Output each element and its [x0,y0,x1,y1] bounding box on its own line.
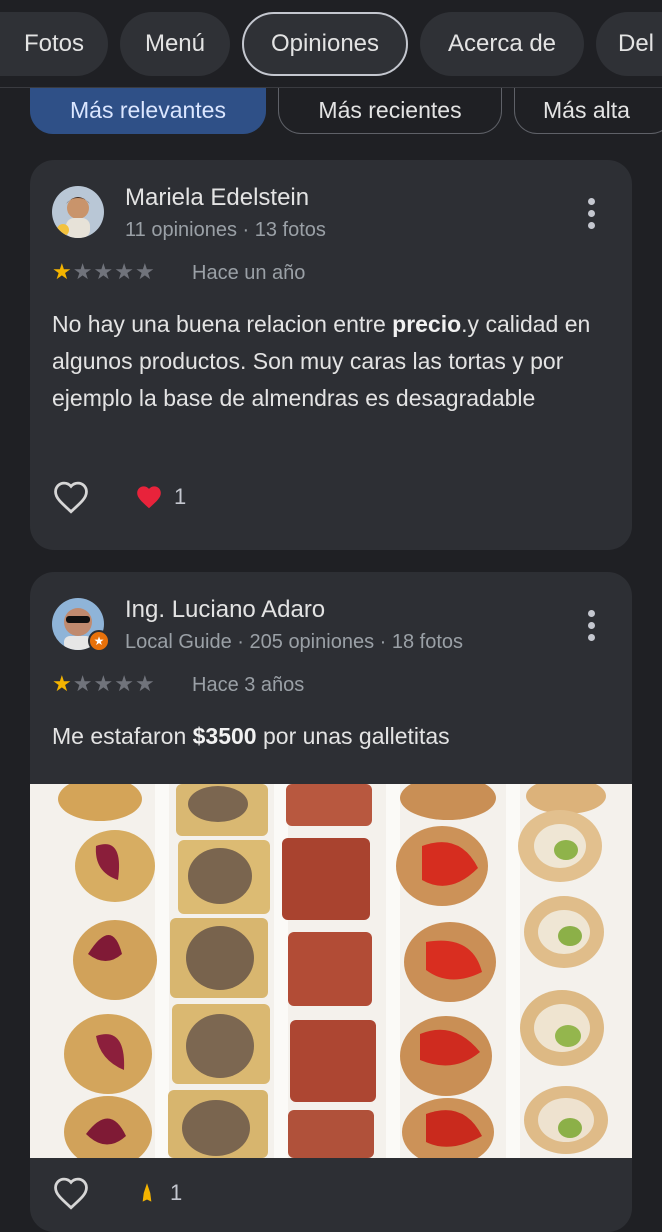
avatar[interactable] [52,186,104,238]
reviewer-meta: 11 opiniones · 13 fotos [125,219,326,241]
star-rating: ★ ★ ★ ★ ★ [52,259,155,285]
sort-mas-alta[interactable]: Más alta [514,88,662,134]
star-icon: ★ [93,259,114,284]
star-icon: ★ [52,671,72,696]
tab-label: Fotos [23,29,85,57]
tab-label: Del [618,29,655,57]
review-date: Hace 3 años [192,674,305,696]
review-actions: 1 [52,1176,182,1210]
tab-fotos[interactable]: Fotos [0,11,108,76]
review-card: ★ Ing. Luciano Adaro Local Guide · 205 o… [30,572,632,1232]
more-options-icon[interactable] [588,198,598,229]
star-icon: ★ [134,671,155,696]
heart-outline-icon[interactable] [52,1176,90,1210]
sort-chips: Más relevantes Más recientes Más alta [30,88,662,134]
tab-opiniones[interactable]: Opiniones [242,11,408,76]
review-date: Hace un año [192,262,306,284]
tab-label: Acerca de [447,29,557,57]
review-photo[interactable] [30,784,632,1158]
tab-menu[interactable]: Menú [120,11,230,76]
star-icon: ★ [52,259,72,284]
tab-acerca-de[interactable]: Acerca de [420,11,584,76]
review-card: Mariela Edelstein 11 opiniones · 13 foto… [30,160,632,550]
more-options-icon[interactable] [588,610,598,641]
star-icon: ★ [114,671,134,696]
star-icon: ★ [134,259,155,284]
review-text: Me estafaron $3500 por unas galletitas [52,723,450,749]
reaction-summary[interactable]: 1 [134,1180,182,1206]
reaction-summary[interactable]: 1 [134,484,186,510]
star-icon: ★ [93,671,114,696]
chip-label: Más alta [543,97,630,123]
chip-label: Más recientes [318,97,462,123]
star-rating: ★ ★ ★ ★ ★ [52,671,155,697]
reviewer-name[interactable]: Ing. Luciano Adaro [125,596,325,624]
star-icon: ★ [72,671,93,696]
praying-hands-icon [142,1183,152,1202]
reviewer-name[interactable]: Mariela Edelstein [125,184,309,212]
reaction-count: 1 [174,484,187,509]
tab-label: Menú [144,29,206,57]
tab-del[interactable]: Del [596,11,662,76]
chip-label: Más relevantes [70,97,226,123]
review-text: No hay una buena relacion entre precio.y… [52,311,591,411]
local-guide-badge-icon: ★ [88,630,110,652]
heart-outline-icon[interactable] [52,480,90,514]
place-tabs: Fotos Menú Opiniones Acerca de Del [0,0,662,88]
reviewer-meta: Local Guide · 205 opiniones · 18 fotos [125,631,463,653]
reaction-count: 1 [170,1180,183,1205]
sort-mas-recientes[interactable]: Más recientes [278,88,502,134]
star-icon: ★ [114,259,134,284]
review-actions: 1 [52,480,186,514]
tab-label: Opiniones [270,29,380,57]
sort-mas-relevantes[interactable]: Más relevantes [30,88,266,134]
star-icon: ★ [72,259,93,284]
red-heart-icon [137,486,161,509]
